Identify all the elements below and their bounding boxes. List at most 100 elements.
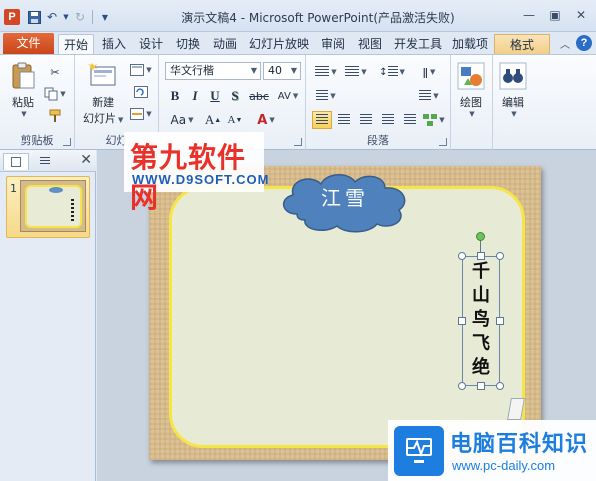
font-name-value: 华文行楷 bbox=[170, 64, 214, 77]
help-icon[interactable]: ? bbox=[576, 35, 592, 51]
ribbon-tabs: 文件 开始 插入 设计 切换 动画 幻灯片放映 审阅 视图 开发工具 加载项 格… bbox=[0, 32, 596, 54]
tab-animations[interactable]: 动画 bbox=[208, 34, 242, 54]
new-slide-label-2: 幻灯片 ▼ bbox=[83, 112, 124, 125]
columns-icon[interactable]: ▼ bbox=[312, 87, 340, 105]
minimize-icon[interactable]: — bbox=[518, 6, 540, 24]
paragraph-launcher-icon[interactable] bbox=[439, 138, 447, 146]
cut-icon[interactable]: ✂ bbox=[44, 63, 66, 81]
font-color-button[interactable]: A ▼ bbox=[253, 111, 279, 129]
smartart-icon[interactable]: ▼ bbox=[422, 111, 446, 129]
thumbnail-text-column bbox=[71, 199, 74, 221]
change-case-button[interactable]: Aa ▼ bbox=[167, 111, 197, 129]
tab-slideshow[interactable]: 幻灯片放映 bbox=[245, 34, 313, 54]
bold-button[interactable]: B bbox=[167, 87, 183, 105]
tab-developer[interactable]: 开发工具 bbox=[390, 34, 446, 54]
section-icon[interactable]: ▼ bbox=[129, 105, 153, 123]
slides-tab-icon[interactable] bbox=[3, 153, 29, 170]
text-direction-icon[interactable]: ǁ ▼ bbox=[414, 63, 444, 81]
editing-dropdown-icon[interactable]: ▼ bbox=[511, 110, 516, 118]
group-editing: 编辑 ▼ bbox=[493, 55, 537, 150]
poem-char: 山 bbox=[472, 285, 490, 306]
paste-button[interactable]: 粘贴 ▼ bbox=[8, 61, 38, 118]
layout-icon[interactable]: ▼ bbox=[129, 61, 153, 79]
paste-icon bbox=[12, 62, 35, 89]
italic-button[interactable]: I bbox=[187, 87, 203, 105]
tab-design[interactable]: 设计 bbox=[134, 34, 168, 54]
tab-row-right: ︿ ? bbox=[560, 35, 592, 51]
poem-char: 鸟 bbox=[472, 309, 490, 330]
grow-font-button[interactable]: A ▲ bbox=[203, 111, 223, 129]
strikethrough-button[interactable]: abc bbox=[247, 87, 271, 105]
window-title: 演示文稿4 - Microsoft PowerPoint(产品激活失败) bbox=[181, 11, 455, 25]
resize-handle-bottom[interactable] bbox=[477, 382, 485, 390]
font-launcher-icon[interactable] bbox=[294, 138, 302, 146]
tab-insert[interactable]: 插入 bbox=[97, 34, 131, 54]
pc-daily-watermark: 电脑百科知识 www.pc-daily.com bbox=[388, 420, 596, 481]
resize-handle-right[interactable] bbox=[496, 317, 504, 325]
resize-handle-top-right[interactable] bbox=[496, 252, 504, 260]
maximize-icon[interactable]: ▣ bbox=[544, 6, 566, 24]
resize-handle-left[interactable] bbox=[458, 317, 466, 325]
pc-daily-logo-icon bbox=[394, 426, 444, 476]
shadow-button[interactable]: S bbox=[227, 87, 243, 105]
close-icon[interactable]: ✕ bbox=[570, 6, 592, 24]
outline-tab-icon[interactable] bbox=[32, 153, 58, 170]
drawing-button[interactable]: 绘图 ▼ bbox=[456, 61, 486, 118]
line-spacing-icon[interactable]: ↕ ▼ bbox=[378, 63, 406, 81]
title-bar: P ↶ ▼ ↻ ▼ 演示文稿4 - Microsoft PowerPoint(产… bbox=[0, 0, 596, 32]
character-spacing-button[interactable]: AV ▼ bbox=[275, 87, 301, 105]
slide-thumbnail[interactable] bbox=[20, 180, 86, 232]
tab-review[interactable]: 审阅 bbox=[316, 34, 350, 54]
underline-button[interactable]: U bbox=[207, 87, 223, 105]
resize-handle-bottom-right[interactable] bbox=[496, 382, 504, 390]
editing-button[interactable]: 编辑 ▼ bbox=[498, 61, 528, 118]
pane-close-icon[interactable]: ✕ bbox=[80, 152, 92, 168]
font-name-dropdown-icon[interactable]: ▼ bbox=[251, 63, 257, 79]
font-size-dropdown-icon[interactable]: ▼ bbox=[291, 63, 297, 79]
shrink-font-button[interactable]: A ▼ bbox=[225, 111, 245, 129]
resize-handle-bottom-left[interactable] bbox=[458, 382, 466, 390]
window-controls: — ▣ ✕ bbox=[518, 6, 592, 24]
numbering-icon[interactable]: ▼ bbox=[342, 63, 370, 81]
minimize-ribbon-icon[interactable]: ︿ bbox=[560, 36, 570, 51]
paste-dropdown-icon[interactable]: ▼ bbox=[21, 110, 26, 118]
tab-home[interactable]: 开始 bbox=[58, 34, 94, 54]
new-slide-button[interactable]: 新建 幻灯片 ▼ bbox=[83, 61, 123, 126]
distributed-button[interactable] bbox=[400, 111, 420, 129]
vertical-poem-text[interactable]: 千 山 鸟 飞 绝 bbox=[462, 260, 500, 380]
copy-icon[interactable]: ▼ bbox=[44, 85, 66, 103]
clipboard-launcher-icon[interactable] bbox=[63, 138, 71, 146]
resize-handle-top[interactable] bbox=[477, 252, 485, 260]
drawing-dropdown-icon[interactable]: ▼ bbox=[469, 110, 474, 118]
tab-transitions[interactable]: 切换 bbox=[171, 34, 205, 54]
slide-number: 1 bbox=[10, 182, 17, 195]
align-left-button[interactable] bbox=[312, 111, 332, 129]
reset-slide-icon[interactable] bbox=[129, 83, 153, 101]
justify-button[interactable] bbox=[378, 111, 398, 129]
thumbnail-panel bbox=[25, 185, 82, 228]
poem-char: 绝 bbox=[472, 357, 490, 378]
slides-pane: ✕ 1 bbox=[0, 150, 96, 481]
tab-addins[interactable]: 加载项 bbox=[449, 34, 491, 54]
font-size-combo[interactable]: 40 ▼ bbox=[263, 62, 301, 80]
font-name-combo[interactable]: 华文行楷 ▼ bbox=[165, 62, 261, 80]
pane-tabs: ✕ bbox=[0, 150, 96, 172]
tab-view[interactable]: 视图 bbox=[353, 34, 387, 54]
align-right-button[interactable] bbox=[356, 111, 376, 129]
tab-file[interactable]: 文件 bbox=[3, 33, 54, 54]
bullets-icon[interactable]: ▼ bbox=[312, 63, 340, 81]
new-slide-icon bbox=[88, 63, 116, 86]
resize-handle-top-left[interactable] bbox=[458, 252, 466, 260]
align-text-icon[interactable]: ▼ bbox=[414, 87, 444, 105]
format-painter-icon[interactable] bbox=[44, 107, 66, 125]
binoculars-icon bbox=[499, 62, 527, 90]
drawing-label: 绘图 bbox=[460, 96, 482, 109]
shapes-icon bbox=[457, 62, 485, 90]
rotation-handle[interactable] bbox=[476, 232, 485, 241]
tab-format[interactable]: 格式 bbox=[494, 34, 550, 54]
group-drawing: 绘图 ▼ bbox=[451, 55, 493, 150]
cloud-title-text[interactable]: 江雪 bbox=[275, 182, 415, 211]
align-center-button[interactable] bbox=[334, 111, 354, 129]
d9soft-watermark: 第九软件网 WWW.D9SOFT.COM bbox=[124, 132, 269, 213]
editing-label: 编辑 bbox=[502, 96, 524, 109]
